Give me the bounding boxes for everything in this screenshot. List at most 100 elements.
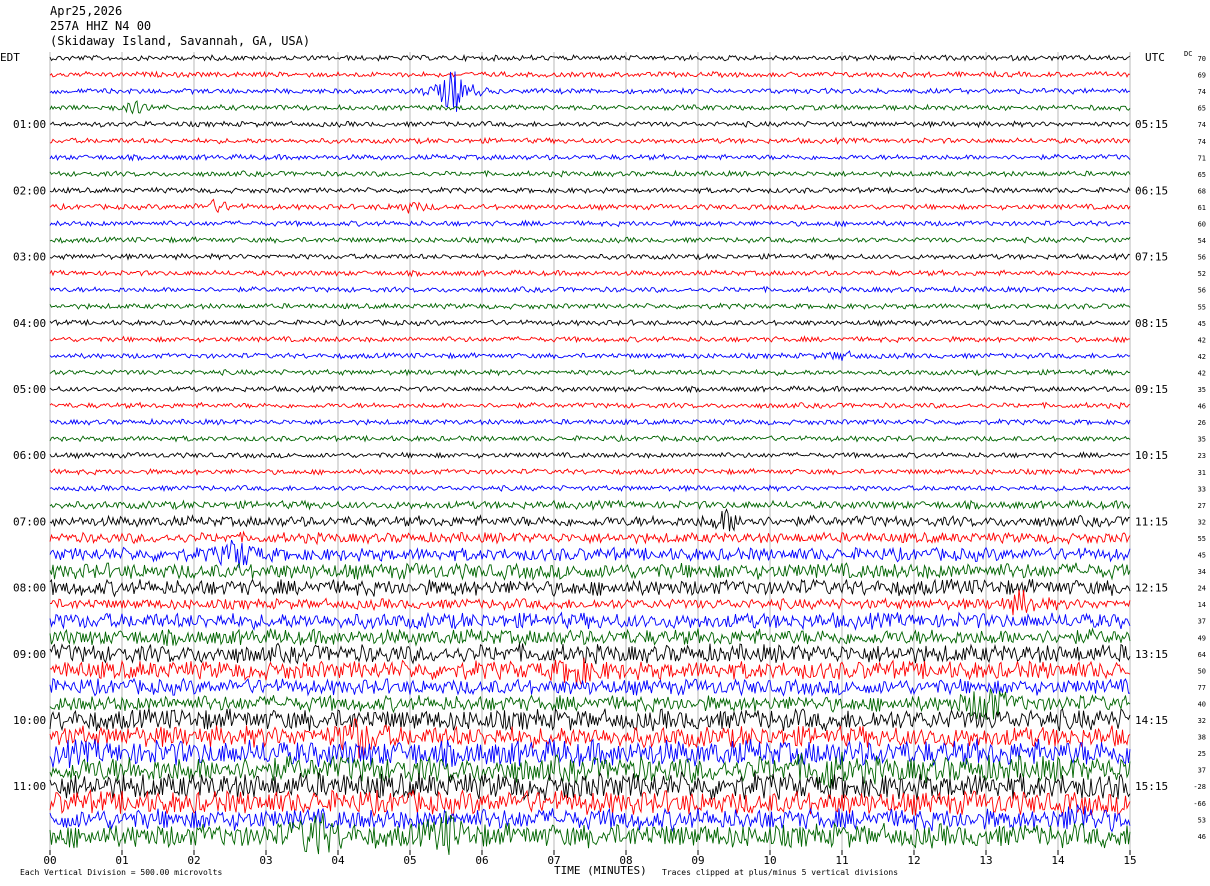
- trace-row-12: [50, 254, 1130, 260]
- dc-offset-label: 37: [1198, 767, 1206, 775]
- trace-row-8: [50, 188, 1130, 194]
- x-tick-label: 00: [43, 854, 56, 867]
- trace-row-26: [50, 486, 1130, 492]
- trace-row-14: [50, 287, 1130, 293]
- dc-offset-label: 55: [1198, 535, 1206, 543]
- trace-row-24: [50, 453, 1130, 459]
- dc-offset-label: 74: [1198, 138, 1206, 146]
- vertical-division-note: Each Vertical Division = 500.00 microvol…: [20, 868, 222, 877]
- right-hour-label: 08:15: [1135, 317, 1168, 330]
- left-hour-label: 11:00: [13, 780, 46, 793]
- trace-row-15: [50, 304, 1130, 310]
- trace-row-11: [50, 237, 1130, 243]
- dc-offset-label: 65: [1198, 171, 1206, 179]
- dc-offset-label: -28: [1193, 783, 1206, 791]
- trace-row-20: [50, 386, 1130, 392]
- trace-row-36: [50, 643, 1130, 664]
- left-hour-label: 08:00: [13, 582, 46, 595]
- dc-offset-label: 42: [1198, 353, 1206, 361]
- seismic-traces: [50, 55, 1130, 855]
- trace-row-18: [50, 351, 1130, 361]
- dc-offset-label: 61: [1198, 204, 1206, 212]
- dc-offset-label: 74: [1198, 88, 1206, 96]
- dc-offset-label: 23: [1198, 452, 1206, 460]
- x-axis-label: TIME (MINUTES): [554, 864, 647, 877]
- dc-offset-label: 70: [1198, 55, 1206, 63]
- right-hour-label: 09:15: [1135, 383, 1168, 396]
- dc-offset-label: 40: [1198, 700, 1206, 708]
- trace-row-23: [50, 436, 1130, 442]
- left-hour-label: 02:00: [13, 184, 46, 197]
- trace-row-25: [50, 469, 1130, 475]
- x-tick-label: 12: [907, 854, 920, 867]
- right-timezone-label: UTC: [1145, 51, 1165, 64]
- trace-row-32: [50, 579, 1130, 597]
- dc-offset-label: 42: [1198, 369, 1206, 377]
- left-hour-label: 05:00: [13, 383, 46, 396]
- dc-offset-label: 50: [1198, 667, 1206, 675]
- dc-offset-label: 71: [1198, 154, 1206, 162]
- dc-offset-label: 32: [1198, 717, 1206, 725]
- trace-row-35: [50, 629, 1130, 646]
- dc-offset-label: 52: [1198, 270, 1206, 278]
- dc-offset-label: 45: [1198, 320, 1206, 328]
- dc-offset-label: 49: [1198, 634, 1206, 642]
- trace-row-9: [50, 199, 1130, 213]
- trace-row-1: [50, 72, 1130, 78]
- trace-row-29: [50, 532, 1130, 544]
- dc-offset-label: 25: [1198, 750, 1206, 758]
- right-hour-label: 10:15: [1135, 449, 1168, 462]
- dc-offset-label: 45: [1198, 552, 1206, 560]
- dc-offset-label: 38: [1198, 734, 1206, 742]
- dc-offset-label: 54: [1198, 237, 1206, 245]
- trace-row-41: [50, 719, 1130, 758]
- dc-offset-label: 35: [1198, 386, 1206, 394]
- dc-offset-label: 26: [1198, 419, 1206, 427]
- trace-row-4: [50, 121, 1130, 127]
- x-tick-label: 10: [763, 854, 776, 867]
- right-hour-label: 14:15: [1135, 714, 1168, 727]
- dc-offset-label: 42: [1198, 336, 1206, 344]
- right-hour-labels: 05:15 06:15 07:15 08:15 09:15 10:15 11:15 12:15…: [1135, 118, 1168, 793]
- left-hour-label: 09:00: [13, 648, 46, 661]
- dc-offset-label: 37: [1198, 618, 1206, 626]
- x-tick-label: 15: [1123, 854, 1136, 867]
- right-hour-label: 07:15: [1135, 251, 1168, 264]
- trace-row-28: [50, 509, 1130, 531]
- x-tick-label: 02: [187, 854, 200, 867]
- trace-row-27: [50, 501, 1130, 510]
- dc-offset-label: 69: [1198, 72, 1206, 80]
- left-hour-label: 10:00: [13, 714, 46, 727]
- dc-offset-labels: 70 69 74 65 74 74 71 65 68 61 60 54 56 52 56 55 45 42 42 42…: [1193, 55, 1206, 841]
- dc-offset-label: 33: [1198, 485, 1206, 493]
- dc-offset-label: 32: [1198, 518, 1206, 526]
- dc-offset-label: 24: [1198, 585, 1206, 593]
- dc-offset-label: 27: [1198, 502, 1206, 510]
- dc-offset-label: 60: [1198, 221, 1206, 229]
- dc-offset-label: 65: [1198, 105, 1206, 113]
- x-tick-label: 05: [403, 854, 416, 867]
- trace-row-31: [50, 563, 1130, 580]
- trace-row-44: [50, 772, 1130, 800]
- dc-offset-label: 55: [1198, 303, 1206, 311]
- trace-row-17: [50, 337, 1130, 343]
- dc-offset-label: 46: [1198, 833, 1206, 841]
- dc-offset-label: 35: [1198, 436, 1206, 444]
- trace-row-5: [50, 138, 1130, 144]
- right-hour-label: 13:15: [1135, 648, 1168, 661]
- x-tick-label: 14: [1051, 854, 1065, 867]
- left-hour-labels: 01:00 02:00 03:00 04:00 05:00 06:00 07:00 08:00…: [13, 118, 46, 793]
- dc-offset-label: -66: [1193, 800, 1206, 808]
- dc-offset-label: 56: [1198, 287, 1206, 295]
- x-tick-label: 01: [115, 854, 128, 867]
- trace-row-46: [50, 805, 1130, 832]
- dc-offset-label: 14: [1198, 601, 1206, 609]
- right-hour-label: 06:15: [1135, 184, 1168, 197]
- left-hour-label: 03:00: [13, 251, 46, 264]
- right-hour-label: 11:15: [1135, 515, 1168, 528]
- dc-offset-label: 68: [1198, 187, 1206, 195]
- trace-row-19: [50, 370, 1130, 376]
- dc-offset-label: 31: [1198, 469, 1206, 477]
- x-tick-label: 09: [691, 854, 704, 867]
- x-tick-label: 04: [331, 854, 345, 867]
